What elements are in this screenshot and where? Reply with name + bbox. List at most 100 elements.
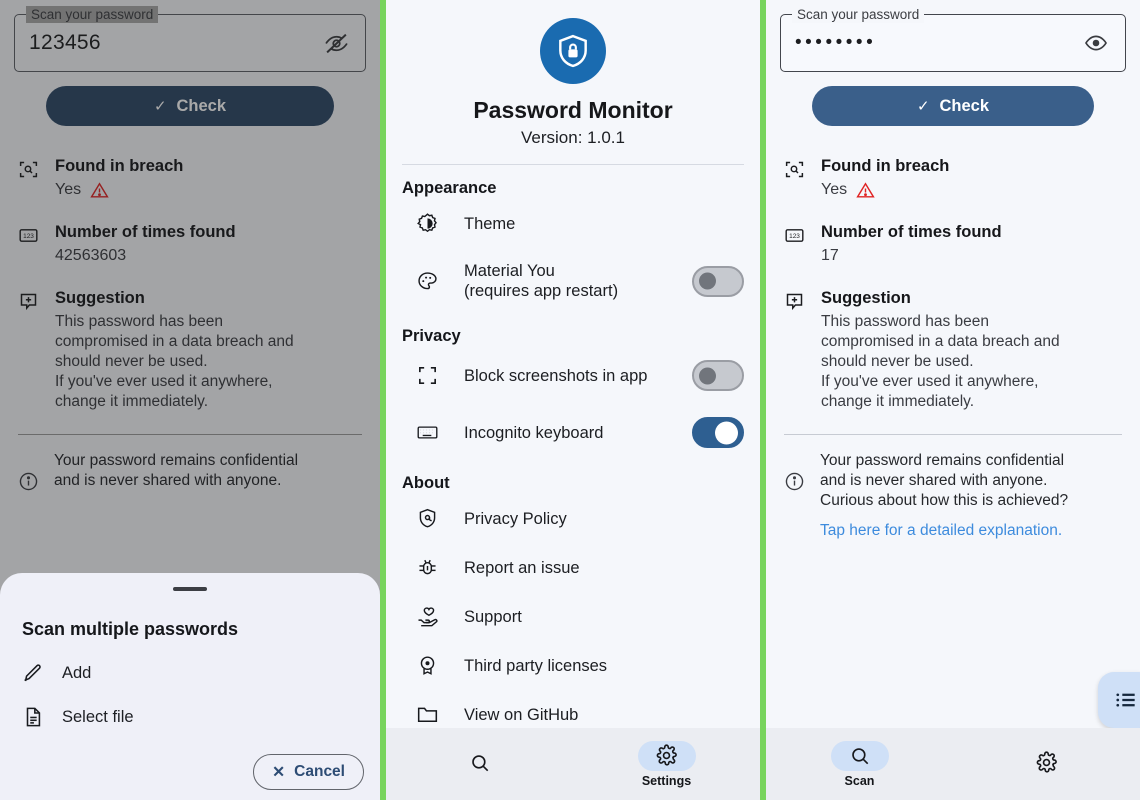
pencil-icon: [22, 662, 44, 684]
right-password-field[interactable]: Scan your password ••••••••: [780, 6, 1126, 72]
keyboard-icon: [416, 421, 440, 444]
result-body: Suggestion This password has been compro…: [821, 288, 1122, 412]
toggle-knob: [699, 367, 716, 384]
left-phone-panel: Scan your password 123456 ✓ Check Found …: [0, 0, 380, 800]
nav-item-scan[interactable]: Scan: [766, 728, 953, 800]
check-button[interactable]: ✓ Check: [812, 86, 1094, 126]
app-header: Password Monitor Version: 1.0.1: [386, 0, 760, 148]
nav-item-settings[interactable]: [953, 728, 1140, 800]
settings-group-appearance: Appearance: [402, 179, 497, 197]
number-123-icon: 123: [784, 222, 806, 266]
file-icon: [22, 706, 44, 728]
right-note-text: Your password remains confidential and i…: [820, 452, 1069, 509]
brightness-icon: [416, 212, 440, 235]
breach-scan-icon: [784, 156, 806, 200]
toggle-knob: [715, 421, 738, 444]
settings-row-label: Theme: [464, 214, 516, 233]
settings-row-support[interactable]: Support: [386, 591, 760, 640]
right-password-field-wrap: Scan your password ••••••••: [766, 0, 1140, 72]
detailed-explanation-link[interactable]: Tap here for a detailed explanation.: [820, 521, 1068, 541]
check-tick-icon: ✓: [916, 98, 930, 115]
result-description: This password has been compromised in a …: [821, 313, 1060, 410]
block-screenshots-toggle[interactable]: [692, 360, 744, 391]
nav-item-scan[interactable]: [386, 728, 573, 800]
settings-row-privacy-policy[interactable]: Privacy Policy: [386, 493, 760, 542]
right-confidential-note: Your password remains confidential and i…: [766, 435, 1140, 541]
gear-icon: [1018, 748, 1076, 778]
right-results-list: Found in breach Yes 123 Number of times …: [766, 126, 1140, 412]
result-body: Found in breach Yes: [821, 156, 1122, 200]
settings-bottom-nav: Settings: [386, 728, 760, 800]
right-password-legend: Scan your password: [792, 6, 925, 23]
nav-item-settings[interactable]: Settings: [573, 728, 760, 800]
result-row-suggestion: Suggestion This password has been compro…: [784, 288, 1122, 412]
gear-icon: [637, 740, 696, 771]
info-icon: [784, 451, 806, 541]
settings-scroll-area[interactable]: Password Monitor Version: 1.0.1 Appearan…: [386, 0, 760, 728]
eye-icon[interactable]: [1081, 28, 1111, 58]
material-you-toggle[interactable]: [692, 265, 744, 297]
settings-row-material-you[interactable]: Material You (requires app restart): [386, 247, 760, 313]
settings-phone-panel: Password Monitor Version: 1.0.1 Appearan…: [386, 0, 760, 800]
search-icon: [451, 748, 509, 778]
settings-row-incognito-keyboard[interactable]: Incognito keyboard: [386, 403, 760, 460]
check-button-label: Check: [939, 96, 990, 115]
toggle-knob: [699, 272, 716, 290]
result-title: Suggestion: [821, 289, 911, 307]
screenshot-stage: Scan your password 123456 ✓ Check Found …: [0, 0, 1140, 800]
suggestion-icon: [784, 288, 806, 412]
scan-multiple-bottom-sheet: Scan multiple passwords Add Select file: [0, 573, 380, 800]
sheet-item-label: Add: [62, 663, 92, 682]
result-row-found-in-breach: Found in breach Yes: [784, 156, 1122, 200]
settings-row-label: Incognito keyboard: [464, 423, 604, 442]
result-value-row: 17: [821, 246, 1122, 266]
close-icon: ✕: [272, 763, 286, 781]
nav-item-label: Scan: [844, 773, 875, 788]
incognito-keyboard-toggle[interactable]: [692, 417, 744, 448]
result-value-row: Yes: [821, 180, 1122, 200]
cancel-button-label: Cancel: [294, 763, 345, 780]
right-note-body: Your password remains confidential and i…: [820, 451, 1068, 541]
right-phone-panel: Scan your password •••••••• ✓ Check Foun…: [766, 0, 1140, 800]
search-icon: [830, 740, 889, 771]
settings-row-third-party-licenses[interactable]: Third party licenses: [386, 640, 760, 689]
palette-icon: [416, 270, 440, 293]
folder-icon: [416, 703, 440, 726]
support-heart-icon: [416, 605, 440, 628]
app-name: Password Monitor: [473, 97, 673, 123]
right-check-row: ✓ Check: [766, 72, 1140, 126]
result-body: Number of times found 17: [821, 222, 1122, 266]
nav-item-label: Settings: [641, 773, 692, 788]
settings-row-label: View on GitHub: [464, 705, 579, 724]
block-screenshot-icon: [416, 364, 440, 387]
settings-row-label: Report an issue: [464, 558, 580, 577]
sheet-item-add[interactable]: Add: [0, 640, 380, 684]
warning-triangle-icon: [856, 181, 875, 200]
list-icon[interactable]: [1098, 672, 1140, 728]
settings-row-report-issue[interactable]: Report an issue: [386, 542, 760, 591]
settings-row-label: Privacy Policy: [464, 509, 567, 528]
result-title: Found in breach: [821, 157, 950, 175]
result-title: Number of times found: [821, 223, 1002, 241]
app-version: Version: 1.0.1: [521, 128, 625, 147]
settings-row-block-screenshots[interactable]: Block screenshots in app: [386, 346, 760, 403]
cancel-button[interactable]: ✕ Cancel: [253, 754, 364, 790]
privacy-shield-icon: [416, 507, 440, 530]
sheet-title: Scan multiple passwords: [22, 619, 239, 639]
sheet-item-select-file[interactable]: Select file: [0, 684, 380, 728]
result-row-times-found: 123 Number of times found 17: [784, 222, 1122, 266]
settings-group-privacy: Privacy: [402, 327, 461, 345]
sheet-actions: ✕ Cancel: [0, 728, 380, 790]
settings-group-about: About: [402, 474, 450, 492]
right-password-input[interactable]: ••••••••: [795, 32, 1081, 54]
scan-bottom-nav: Scan: [766, 728, 1140, 800]
settings-row-view-on-github[interactable]: View on GitHub: [386, 689, 760, 728]
svg-text:123: 123: [789, 233, 800, 240]
settings-row-label: Block screenshots in app: [464, 366, 648, 385]
settings-row-theme[interactable]: Theme: [386, 198, 760, 247]
bug-icon: [416, 556, 440, 579]
result-value: 17: [821, 247, 839, 264]
settings-row-label: Third party licenses: [464, 656, 608, 675]
app-logo-shield-lock-icon: [540, 18, 606, 84]
sheet-item-label: Select file: [62, 707, 134, 726]
